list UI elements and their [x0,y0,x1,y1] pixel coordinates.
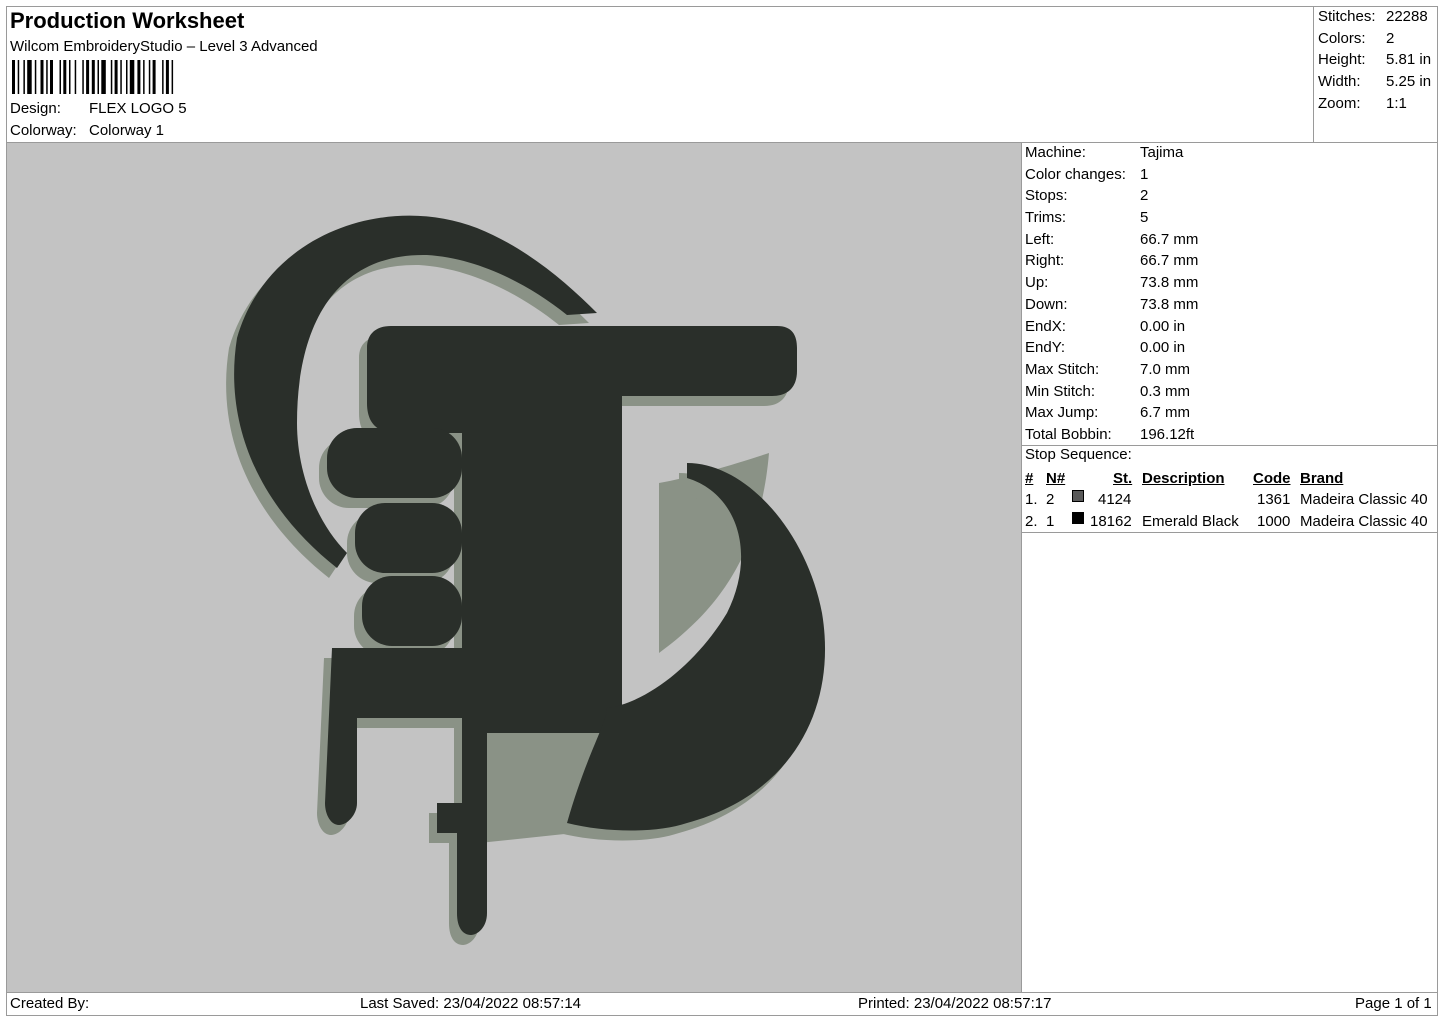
embroidery-logo [226,215,826,945]
footer-divider [6,992,1438,993]
machine-info: Machine: Tajima Color changes: 1 Stops: 2 T… [1025,142,1198,446]
design-row: Design: FLEX LOGO 5 [10,100,187,117]
info-color-changes: Color changes: 1 [1025,165,1149,183]
design-label: Design: [10,100,61,117]
info-max-jump: Max Jump: 6.7 mm [1025,404,1191,422]
stat-stitches: Stitches: 22288 [1318,8,1428,25]
thread-color-swatch [1072,490,1084,502]
info-right: Right: 66.7 mm [1025,252,1199,270]
info-min-stitch: Min Stitch: 0.3 mm [1025,382,1191,400]
info-up: Up: 73.8 mm [1025,274,1199,292]
info-down: Down: 73.8 mm [1025,295,1199,313]
col-needle-header: N# [1046,470,1066,487]
barcode [12,60,174,94]
col-description-header: Description [1142,470,1225,487]
table-divider [1021,532,1438,533]
page-title: Production Worksheet [10,8,245,33]
info-endy: EndY: 0.00 in [1025,339,1186,357]
stats-divider [1313,6,1314,142]
software-name: Wilcom EmbroideryStudio – Level 3 Advanc… [10,38,318,55]
stat-height: Height: 5.81 in [1318,51,1432,69]
stop-sequence-label: Stop Sequence: [1025,446,1132,463]
stat-width: Width: 5.25 in [1318,73,1432,91]
colorway-label: Colorway: [10,122,77,139]
created-by: Created By: [10,995,90,1012]
info-left: Left: 66.7 mm [1025,230,1199,248]
stat-colors: Colors: 2 [1318,29,1395,47]
design-stats: Stitches: 22288 Colors: 2 Height: 5.81 in W… [1318,6,1431,114]
stat-zoom: Zoom: 1:1 [1318,94,1407,112]
info-total-bobbin: Total Bobbin: 196.12ft [1025,425,1195,443]
printed-date: Printed: 23/04/2022 08:57:17 [858,995,1052,1012]
design-value: FLEX LOGO 5 [89,100,187,117]
thread-color-swatch [1072,512,1084,524]
col-brand-header: Brand [1300,470,1344,487]
colorway-row: Colorway: Colorway 1 [10,122,164,139]
col-code-header: Code [1253,470,1291,487]
info-endx: EndX: 0.00 in [1025,317,1186,335]
last-saved: Last Saved: 23/04/2022 08:57:14 [360,995,582,1012]
info-machine: Machine: Tajima [1025,144,1184,161]
info-max-stitch: Max Stitch: 7.0 mm [1025,360,1191,378]
col-stitches-header: St. [1113,470,1133,487]
colorway-value: Colorway 1 [89,122,165,139]
canvas-divider [1021,142,1022,993]
info-trims: Trims: 5 [1025,209,1149,227]
info-stops: Stops: 2 [1025,187,1149,205]
page-number: Page 1 of 1 [1355,995,1432,1012]
design-preview [7,143,1021,992]
col-num-header: # [1025,470,1034,487]
